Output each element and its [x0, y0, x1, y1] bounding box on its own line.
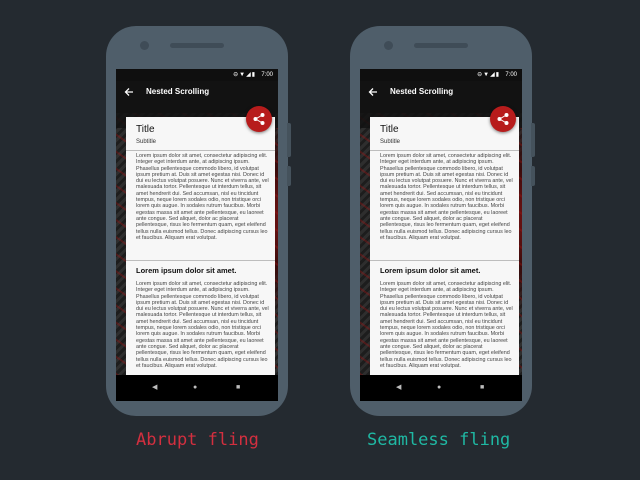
- screen: ⊖▼◢▮ 7:00 Nested Scrolling Title Subtitl…: [360, 69, 522, 401]
- phone-seamless: ⊖▼◢▮ 7:00 Nested Scrolling Title Subtitl…: [350, 26, 535, 416]
- status-time: 7:00: [261, 72, 273, 78]
- status-time: 7:00: [505, 72, 517, 78]
- section-heading: Lorem ipsum dolor sit amet.: [136, 266, 237, 275]
- share-button[interactable]: [246, 106, 272, 132]
- card-paragraph: Lorem ipsum dolor sit amet, consectetur …: [380, 153, 513, 241]
- card-title: Title: [136, 124, 155, 135]
- divider: [370, 260, 519, 261]
- nav-recents-icon[interactable]: ■: [480, 375, 484, 401]
- nav-bar: ◀ ● ■: [360, 375, 522, 401]
- divider: [126, 150, 275, 151]
- volume-button: [531, 166, 535, 186]
- card-subtitle: Subtitle: [380, 139, 401, 145]
- arrow-back-icon[interactable]: [366, 85, 380, 99]
- status-bar: ⊖▼◢▮ 7:00: [360, 69, 522, 81]
- card-paragraph: Lorem ipsum dolor sit amet, consectetur …: [136, 153, 269, 241]
- camera: [384, 41, 393, 50]
- speaker: [414, 43, 468, 48]
- camera: [140, 41, 149, 50]
- nav-back-icon[interactable]: ◀: [396, 375, 401, 401]
- volume-button: [287, 166, 291, 186]
- section-paragraph: Lorem ipsum dolor sit amet, consectetur …: [380, 281, 513, 369]
- share-button[interactable]: [490, 106, 516, 132]
- arrow-back-icon[interactable]: [122, 85, 136, 99]
- phone-abrupt: ⊖▼◢▮ 7:00 Nested Scrolling Title Subtitl…: [106, 26, 291, 416]
- status-bar: ⊖▼◢▮ 7:00: [116, 69, 278, 81]
- nav-bar: ◀ ● ■: [116, 375, 278, 401]
- content-card[interactable]: Title Subtitle Lorem ipsum dolor sit ame…: [370, 117, 519, 375]
- speaker: [170, 43, 224, 48]
- caption-seamless: Seamless fling: [367, 430, 511, 450]
- divider: [370, 150, 519, 151]
- content-card[interactable]: Title Subtitle Lorem ipsum dolor sit ame…: [126, 117, 275, 375]
- share-icon: [497, 113, 509, 125]
- power-button: [287, 123, 291, 157]
- card-subtitle: Subtitle: [136, 139, 157, 145]
- section-heading: Lorem ipsum dolor sit amet.: [380, 266, 481, 275]
- share-icon: [253, 113, 265, 125]
- screen: ⊖▼◢▮ 7:00 Nested Scrolling Title Subtitl…: [116, 69, 278, 401]
- card-title: Title: [380, 124, 399, 135]
- status-icons: ⊖▼◢▮: [477, 72, 500, 78]
- app-title: Nested Scrolling: [390, 87, 454, 96]
- divider: [126, 260, 275, 261]
- power-button: [531, 123, 535, 157]
- section-paragraph: Lorem ipsum dolor sit amet, consectetur …: [136, 281, 269, 369]
- status-icons: ⊖▼◢▮: [233, 72, 256, 78]
- nav-home-icon[interactable]: ●: [193, 375, 197, 401]
- nav-recents-icon[interactable]: ■: [236, 375, 240, 401]
- caption-abrupt: Abrupt fling: [136, 430, 259, 450]
- app-title: Nested Scrolling: [146, 87, 210, 96]
- nav-back-icon[interactable]: ◀: [152, 375, 157, 401]
- nav-home-icon[interactable]: ●: [437, 375, 441, 401]
